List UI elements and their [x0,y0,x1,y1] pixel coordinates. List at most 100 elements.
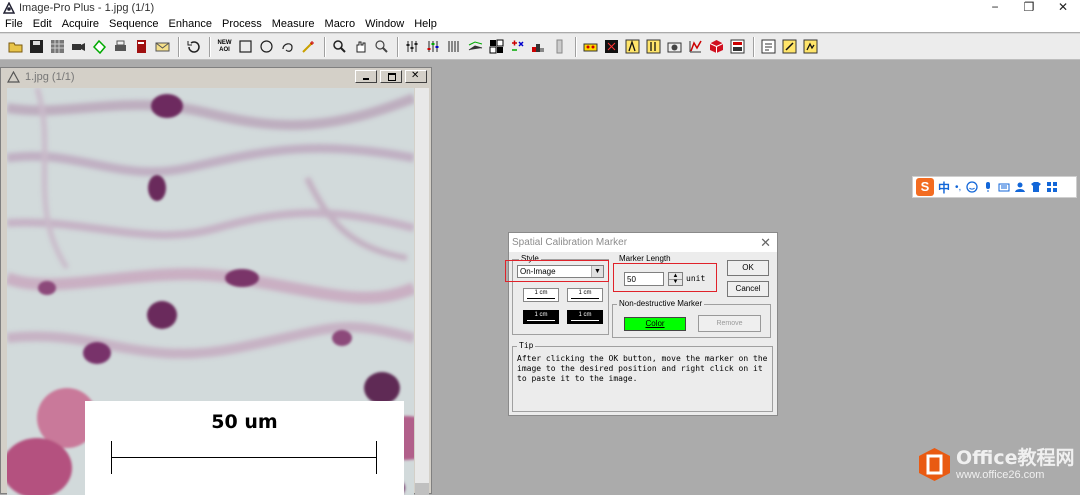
zoom-fit-icon[interactable] [372,37,391,56]
toolbox-icon[interactable] [1046,181,1058,193]
maximize-button[interactable]: ❐ [1012,0,1046,16]
histogram-icon[interactable] [445,37,464,56]
menu-help[interactable]: Help [409,18,442,30]
ime-punctuation-toggle[interactable]: •, [955,182,961,193]
acquire-icon[interactable] [90,37,109,56]
highlight-style-box [505,260,609,282]
micrograph-image[interactable]: 50 um [7,88,414,495]
dialog-titlebar[interactable]: Spatial Calibration Marker ✕ [509,233,777,252]
bars-icon[interactable] [529,37,548,56]
tip-label: Tip [517,341,536,350]
image-maximize-button[interactable] [380,70,402,83]
toolbar-separator [209,36,211,57]
style-option-line [527,298,555,299]
office-logo-icon [917,447,952,482]
scale-bar-box[interactable]: 50 um [85,401,404,495]
nondestructive-label: Non-destructive Marker [617,299,705,308]
menu-macro[interactable]: Macro [320,18,361,30]
app-logo-icon [3,2,15,14]
menu-edit[interactable]: Edit [28,18,57,30]
watermark: Office教程网 www.office26.com [917,447,1075,482]
close-button[interactable]: ✕ [1046,0,1080,16]
style-option-label: 1 cm [568,311,602,319]
ellipse-icon[interactable] [257,37,276,56]
menu-window[interactable]: Window [360,18,409,30]
print-icon[interactable] [111,37,130,56]
remove-button[interactable]: Remove [698,315,761,332]
microphone-icon[interactable] [982,181,994,193]
image-close-button[interactable]: ✕ [405,70,427,83]
macro-icon[interactable] [780,37,799,56]
toolbar-separator [575,36,577,57]
levels-icon[interactable] [424,37,443,56]
scale-bar-line [111,457,377,458]
ime-language-toggle[interactable]: 中 [938,179,950,196]
app-titlebar: Image-Pro Plus - 1.jpg (1/1) − ❐ ✕ [0,0,1080,16]
ok-button[interactable]: OK [727,260,769,276]
zoom-icon[interactable] [330,37,349,56]
style-option-plain-alt[interactable]: 1 cm [567,288,603,302]
save-icon[interactable] [27,37,46,56]
cancel-button[interactable]: Cancel [727,281,769,297]
scale-bar-tick-right [376,441,377,474]
menu-file[interactable]: File [0,18,28,30]
email-icon[interactable] [153,37,172,56]
menu-sequence[interactable]: Sequence [104,18,164,30]
style-option-plain[interactable]: 1 cm [523,288,559,302]
new-aoi-icon[interactable]: NEW AOI [215,37,234,56]
image-window-icon [6,70,21,83]
minimize-button[interactable]: − [978,0,1012,16]
3d-icon[interactable] [707,37,726,56]
measure-icon[interactable] [623,37,642,56]
color-button[interactable]: Color [624,317,686,331]
pan-icon[interactable] [351,37,370,56]
contrast-icon[interactable] [403,37,422,56]
report-icon[interactable] [728,37,747,56]
rectangle-icon[interactable] [236,37,255,56]
ime-toolbar[interactable]: S 中 •, [912,176,1077,198]
irregular-icon[interactable] [278,37,297,56]
graph-icon[interactable] [686,37,705,56]
emoji-icon[interactable] [966,181,978,193]
script-icon[interactable] [759,37,778,56]
image-window-titlebar[interactable]: 1.jpg (1/1) ✕ [1,68,431,86]
menu-process[interactable]: Process [217,18,267,30]
toolbar-separator [324,36,326,57]
new-aoi-label-top: NEW [217,39,232,46]
dialog-title: Spatial Calibration Marker [512,237,628,248]
fourier-icon[interactable] [487,37,506,56]
count-icon[interactable] [581,37,600,56]
image-minimize-button[interactable] [355,70,377,83]
style-option-line [571,298,599,299]
scrollbar-thumb[interactable] [415,483,429,495]
menu-enhance[interactable]: Enhance [164,18,217,30]
open-icon[interactable] [6,37,25,56]
menu-measure[interactable]: Measure [267,18,320,30]
skin-icon[interactable] [1030,181,1042,193]
image-vertical-scrollbar[interactable] [415,88,429,495]
classify-icon[interactable] [602,37,621,56]
undo-icon[interactable] [184,37,203,56]
grid-icon[interactable] [48,37,67,56]
help-icon[interactable] [801,37,820,56]
highlight-marker-length-box [613,263,717,292]
wand-icon[interactable] [299,37,318,56]
calibrate-icon[interactable] [644,37,663,56]
user-icon[interactable] [1014,181,1026,193]
watermark-line1: Office教程网 [956,447,1075,469]
style-option-dark[interactable]: 1 cm [523,310,559,324]
style-option-label: 1 cm [524,311,558,319]
book-icon[interactable] [132,37,151,56]
operations-icon[interactable] [508,37,527,56]
menu-acquire[interactable]: Acquire [57,18,104,30]
camera-icon[interactable] [69,37,88,56]
new-aoi-label-bottom: AOI [219,46,230,53]
separator-icon[interactable] [550,37,569,56]
keyboard-icon[interactable] [998,181,1010,193]
snapshot-icon[interactable] [665,37,684,56]
style-option-dark-alt[interactable]: 1 cm [567,310,603,324]
dialog-close-button[interactable]: ✕ [760,235,771,251]
style-option-label: 1 cm [578,290,592,296]
filter-icon[interactable] [466,37,485,56]
scale-bar-label: 50 um [211,411,278,433]
